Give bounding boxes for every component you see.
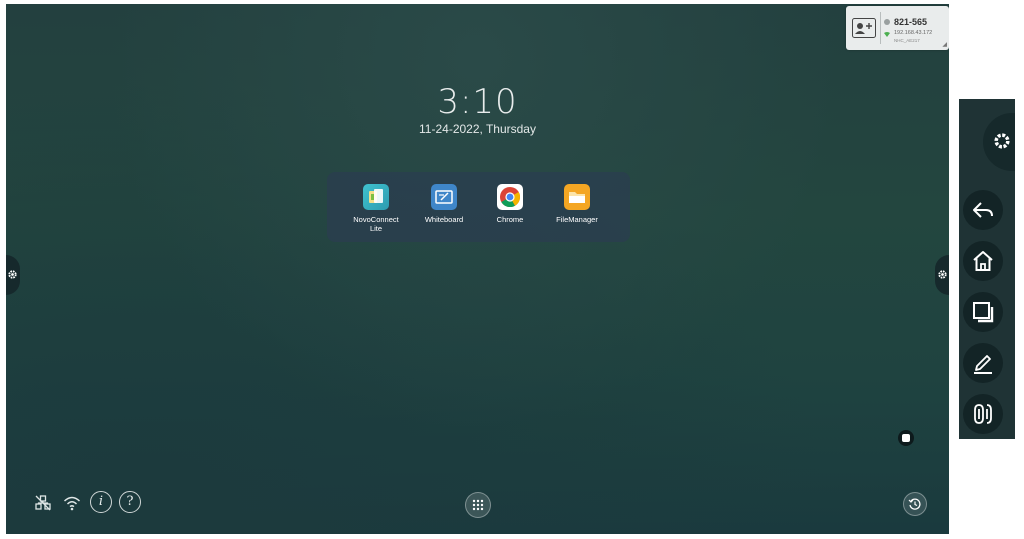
back-icon [973, 202, 993, 218]
card-divider [880, 12, 881, 44]
annotate-button[interactable] [963, 343, 1003, 383]
app-label-whiteboard: Whiteboard [424, 215, 464, 224]
clock-date: 11-24-2022, Thursday [419, 122, 536, 136]
ip-address: 192.168.43.172 [894, 30, 933, 36]
right-edge-settings-handle[interactable] [935, 255, 949, 295]
back-button[interactable] [963, 190, 1003, 230]
code-icon [884, 19, 890, 25]
info-icon[interactable]: i [90, 491, 112, 513]
wifi-small-icon [884, 32, 890, 37]
gear-icon [938, 270, 947, 279]
left-edge-settings-handle[interactable] [6, 255, 20, 295]
help-icon[interactable]: ? [119, 491, 141, 513]
resize-icon[interactable]: ◢ [942, 41, 947, 48]
app-label-filemanager: FileManager [556, 215, 598, 224]
novoconnect-icon [363, 184, 389, 210]
app-dock: NovoConnect Lite Whiteboard Chrome FileM… [327, 172, 630, 242]
gear-icon [8, 270, 17, 279]
app-filemanager[interactable]: FileManager [547, 184, 607, 224]
toolbox-button[interactable] [963, 394, 1003, 434]
settings-icon [994, 133, 1010, 149]
history-button[interactable] [903, 492, 927, 516]
network-ssid: NHC_AE217 [894, 38, 920, 43]
floating-menu-button[interactable] [898, 430, 914, 446]
side-toolbar [959, 99, 1015, 439]
recent-apps-icon [973, 302, 994, 323]
wifi-icon[interactable] [63, 494, 81, 512]
connection-code: 821-565 [894, 17, 928, 27]
connection-info-card[interactable]: 821-565 192.168.43.172 NHC_AE217 ◢ [846, 6, 949, 50]
app-whiteboard[interactable]: Whiteboard [414, 184, 474, 224]
recent-apps-button[interactable] [963, 292, 1003, 332]
home-button[interactable] [963, 241, 1003, 281]
chrome-icon [497, 184, 523, 210]
app-label-chrome: Chrome [496, 215, 524, 224]
whiteboard-icon [431, 184, 457, 210]
side-settings-tab[interactable] [983, 113, 1015, 171]
app-drawer-button[interactable] [465, 492, 491, 518]
clock-time: 3:10 [437, 82, 518, 122]
folder-icon [564, 184, 590, 210]
home-icon [973, 251, 993, 271]
add-user-icon [852, 18, 876, 38]
toolbox-icon [974, 404, 992, 424]
home-screen: 3:10 11-24-2022, Thursday NovoConnect Li… [6, 4, 949, 534]
app-novoconnect-lite[interactable]: NovoConnect Lite [346, 184, 406, 233]
app-label-novoconnect: NovoConnect Lite [353, 215, 399, 233]
history-icon [908, 498, 921, 510]
annotate-icon [974, 355, 992, 374]
network-disconnected-icon[interactable] [34, 494, 52, 512]
app-chrome[interactable]: Chrome [480, 184, 540, 224]
app-grid-icon [472, 499, 484, 511]
